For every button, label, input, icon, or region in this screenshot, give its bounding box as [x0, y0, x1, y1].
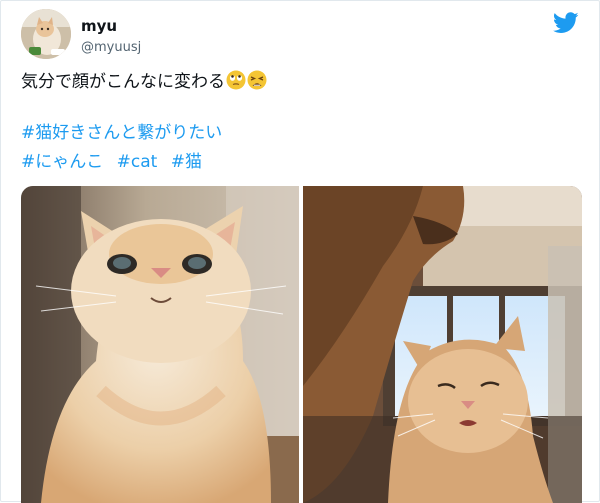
hashtag-list: #猫好きさんと繋がりたい #にゃんこ #cat #猫 [21, 119, 581, 177]
hashtag-link[interactable]: #にゃんこ [21, 152, 103, 172]
tired-face-icon [247, 70, 267, 90]
twitter-bird-icon[interactable] [553, 12, 579, 34]
face-with-rolling-eyes-icon [226, 70, 246, 90]
cats-photo-image [303, 186, 582, 503]
tweet-card: myu @myuusj 気分で顔がこんなに変わる #猫好きさんと繋がりたい #に… [0, 0, 600, 503]
avatar[interactable] [21, 9, 71, 59]
tweet-text: 気分で顔がこんなに変わる [21, 67, 581, 97]
cat-avatar-icon [21, 9, 71, 59]
cat-photo-image [21, 186, 299, 503]
tweet-body: 気分で顔がこんなに変わる [21, 72, 225, 92]
hashtag-line: #猫好きさんと繋がりたい [21, 119, 581, 148]
media-grid [21, 186, 582, 503]
hashtag-link[interactable]: #cat [117, 152, 158, 172]
photo-cat-looking-up[interactable] [21, 186, 299, 503]
photo-cats-squinting[interactable] [303, 186, 582, 503]
hashtag-line: #にゃんこ #cat #猫 [21, 148, 581, 177]
user-handle[interactable]: @myuusj [81, 40, 141, 55]
tweet-header: myu @myuusj [21, 9, 587, 61]
hashtag-link[interactable]: #猫好きさんと繋がりたい [21, 123, 222, 143]
hashtag-link[interactable]: #猫 [171, 152, 202, 172]
display-name[interactable]: myu [81, 17, 117, 35]
